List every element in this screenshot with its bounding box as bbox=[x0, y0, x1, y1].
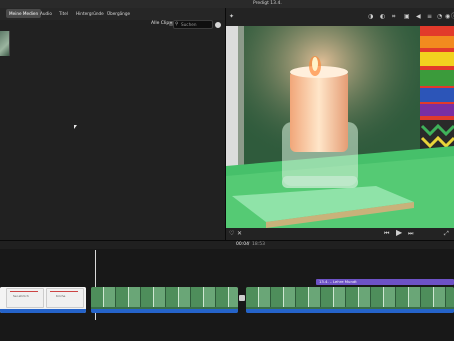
tab-backgrounds[interactable]: Hintergründe bbox=[73, 9, 107, 18]
color-balance-icon[interactable]: ◑ bbox=[368, 14, 373, 20]
crop-icon[interactable]: ⌗ bbox=[392, 14, 395, 20]
tab-transitions[interactable]: Übergänge bbox=[104, 9, 133, 18]
media-thumbnail[interactable] bbox=[0, 31, 10, 56]
transition-icon[interactable] bbox=[239, 295, 245, 301]
mouse-cursor-icon bbox=[74, 125, 77, 129]
volume-icon[interactable]: ◀ bbox=[416, 14, 421, 20]
timeline-clip-candle-2[interactable] bbox=[246, 287, 454, 313]
title-clip-label: 13.4. – Lehre Mundt bbox=[319, 279, 357, 284]
title-clip[interactable]: 13.4. – Lehre Mundt bbox=[316, 279, 454, 285]
tab-titles[interactable]: Titel bbox=[56, 9, 71, 18]
stabilization-icon[interactable]: ▣ bbox=[404, 14, 410, 20]
tab-my-media[interactable]: Meine Medien bbox=[6, 9, 42, 18]
card-text: Kirche bbox=[56, 294, 66, 298]
timeline-clip-intro[interactable]: Sei ehrlich Kirche bbox=[0, 287, 86, 313]
favorite-icon[interactable]: ♡ bbox=[229, 231, 234, 237]
browser-filter-bar: Alle Clips ▾ ⚲ Suchen bbox=[0, 20, 225, 30]
equalizer-icon[interactable]: ≡ bbox=[427, 14, 432, 20]
total-time: 18:53 bbox=[252, 242, 265, 247]
skip-back-icon[interactable]: ⏮ bbox=[384, 231, 389, 237]
title-bar: Predigt 13.4. bbox=[0, 0, 454, 8]
skip-forward-icon[interactable]: ⏭ bbox=[408, 231, 413, 237]
speed-icon[interactable]: ◔ bbox=[437, 14, 442, 20]
tab-audio[interactable]: Audio bbox=[37, 9, 55, 18]
timeline-clip-candle-1[interactable] bbox=[91, 287, 238, 313]
media-tab-bar: Meine Medien Audio Titel Hintergründe Üb… bbox=[0, 8, 225, 20]
color-correction-icon[interactable]: ◐ bbox=[380, 14, 385, 20]
search-field[interactable]: ⚲ Suchen bbox=[173, 20, 213, 29]
search-icon: ⚲ bbox=[175, 22, 179, 27]
time-separator: / bbox=[248, 242, 250, 247]
video-frame bbox=[226, 26, 454, 228]
imovie-window: Predigt 13.4. Meine Medien Audio Titel H… bbox=[0, 0, 454, 341]
card-text: Sei ehrlich bbox=[13, 294, 29, 298]
fullscreen-icon[interactable]: ⤢ bbox=[444, 231, 449, 237]
viewer-controls: ♡ ✕ ⏮ ▶ ⏭ ⤢ bbox=[226, 228, 454, 240]
settings-icon[interactable] bbox=[214, 21, 222, 29]
noise-reduction-icon[interactable]: ◉ bbox=[445, 14, 450, 20]
reject-icon[interactable]: ✕ bbox=[237, 231, 242, 237]
magic-wand-icon[interactable]: ✦ bbox=[229, 14, 234, 20]
media-browser bbox=[0, 20, 225, 240]
adjustment-toolbar: ✦ ◑ ◐ ⌗ ▣ ◀ ≡ ◔ ◉ ⓘ bbox=[226, 8, 454, 26]
play-icon[interactable]: ▶ bbox=[396, 229, 402, 237]
search-input-placeholder: Suchen bbox=[181, 22, 197, 27]
video-viewer[interactable] bbox=[226, 26, 454, 228]
window-title: Predigt 13.4. bbox=[253, 1, 282, 6]
